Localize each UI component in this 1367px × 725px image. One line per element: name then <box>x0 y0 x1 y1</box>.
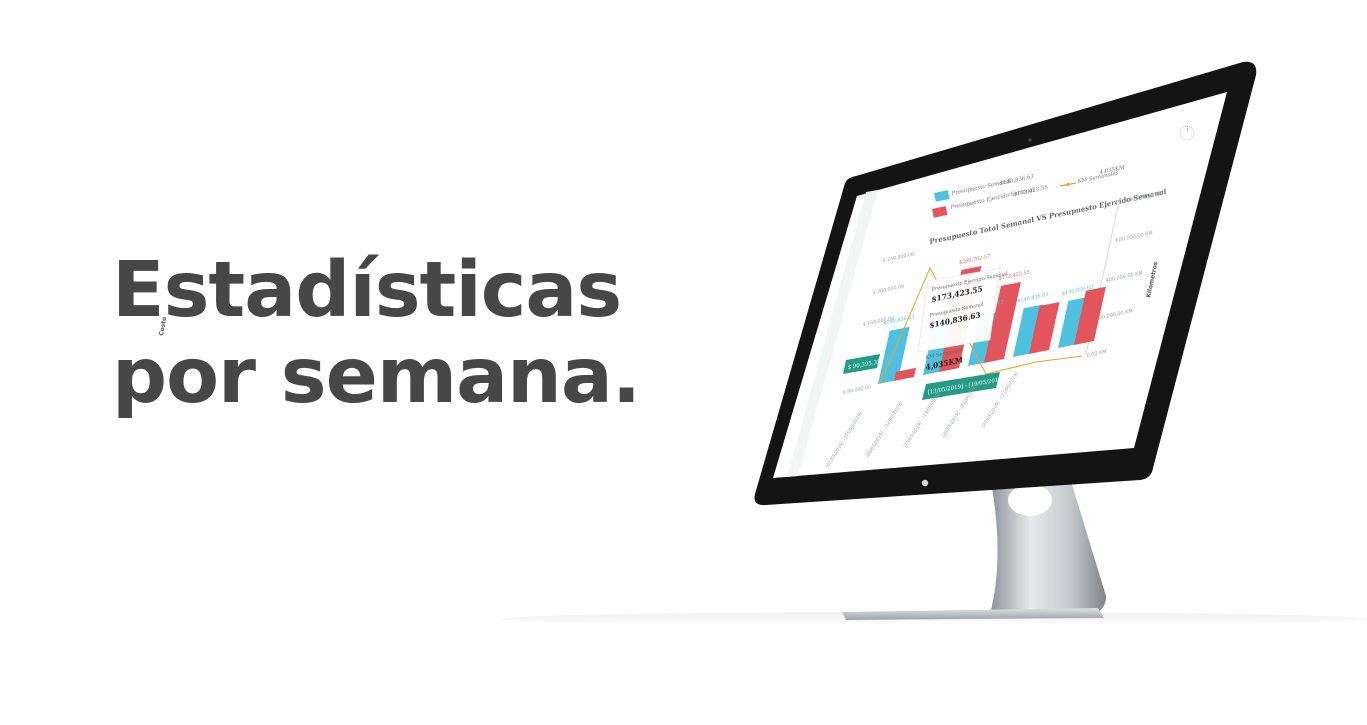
menu-dots-icon: ⋮ <box>1184 125 1191 133</box>
monitor-illustration: ⋮ Presupuesto Semanal $140,836.63 Presup… <box>158 61 1257 620</box>
screen: ⋮ Presupuesto Semanal $140,836.63 Presup… <box>158 92 1227 478</box>
apple-logo-icon <box>921 479 929 487</box>
camera-icon <box>1028 138 1032 142</box>
y-left-label: Costo <box>158 316 168 336</box>
monitor-stand <box>842 478 1106 620</box>
